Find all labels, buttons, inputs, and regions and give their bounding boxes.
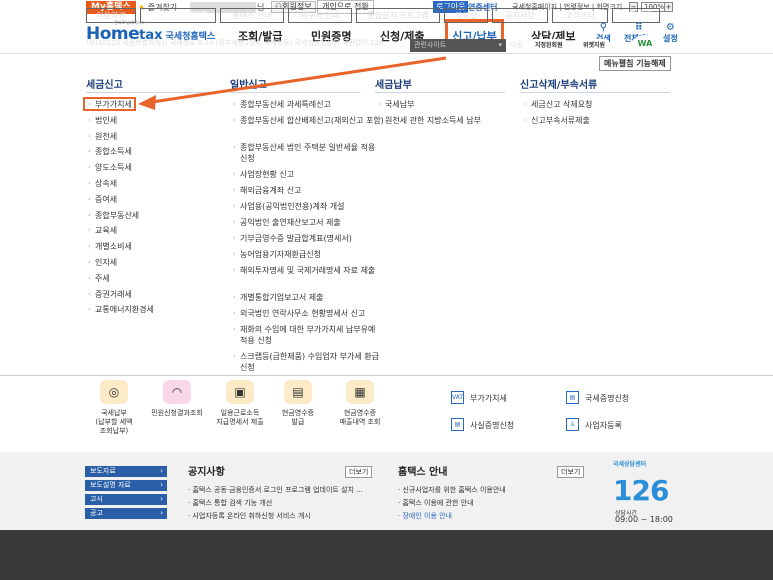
- footer-link[interactable]: 공지사항: [492, 8, 548, 23]
- certificate-icon[interactable]: ▤: [566, 391, 579, 404]
- chevron-right-icon: ›: [160, 509, 163, 517]
- call-center-number: 126: [613, 474, 669, 507]
- chevron-right-icon: ›: [160, 481, 163, 489]
- notice-item[interactable]: 홈택스 공동·금융인증서 로그인 프로그램 업데이트 설치 ...: [188, 485, 362, 495]
- go-button[interactable]: 이동: [510, 40, 523, 50]
- site-footer: [0, 530, 773, 580]
- press-release-label: 보도자료: [90, 467, 116, 475]
- footer-link[interactable]: 고객센터: [552, 8, 608, 23]
- form-icon[interactable]: ▤: [451, 418, 464, 431]
- press-release-button[interactable]: 보도자료 ›: [85, 466, 167, 477]
- footer-link[interactable]: 개인정보처리방침: [140, 8, 216, 23]
- headset-icon[interactable]: ◠: [163, 380, 191, 404]
- footer-link[interactable]: 세무서 안내: [288, 8, 352, 23]
- chevron-right-icon: ›: [160, 495, 163, 503]
- notice-gosi-label: 고시: [90, 495, 103, 503]
- related-sites-select[interactable]: 관련사이트 ▾: [410, 39, 506, 52]
- guide-item[interactable]: 신규사업자를 위한 홈택스 이용안내: [398, 485, 505, 495]
- vat-icon[interactable]: VAT: [451, 391, 464, 404]
- person-icon[interactable]: ♙: [566, 418, 579, 431]
- quick-link-label[interactable]: 사실증명신청: [470, 420, 514, 431]
- footer-address: (우)30128 세종특별자치시 국세청로 8-14 (정부세종2청사 국세청동…: [86, 39, 384, 47]
- document-icon[interactable]: ▣: [226, 380, 254, 404]
- quick-link-label[interactable]: 국세증명신청: [585, 393, 629, 404]
- guide-title: 홈택스 안내: [398, 467, 448, 478]
- announcement-button[interactable]: 공고 ›: [85, 508, 167, 519]
- receipt-list-icon[interactable]: ▦: [346, 380, 374, 404]
- footer-link[interactable]: 통합설치 프로그램: [356, 8, 440, 23]
- notice-item[interactable]: 사업자등록 온라인 취하신청 서비스 개시: [188, 511, 310, 521]
- quick-link-label[interactable]: 부가가치세: [470, 393, 507, 404]
- footer-link[interactable]: 세무서식: [612, 8, 660, 23]
- press-explain-label: 보도설명 자료: [90, 481, 131, 489]
- receipt-icon[interactable]: ▤: [284, 380, 312, 404]
- quick-menu-label[interactable]: 현금영수증 매출내역 조회: [320, 409, 400, 427]
- guide-more-button[interactable]: 더보기: [557, 466, 585, 478]
- widget-badge: 위젯지원: [580, 39, 609, 52]
- chevron-down-icon: ▾: [498, 41, 502, 49]
- footer-link[interactable]: 이용약관: [86, 8, 136, 23]
- press-explain-button[interactable]: 보도설명 자료 ›: [85, 480, 167, 491]
- guide-item[interactable]: 장애인 이용 안내: [398, 511, 452, 521]
- related-sites-label: 관련사이트: [414, 41, 447, 49]
- notice-title: 공지사항: [188, 467, 225, 478]
- footer-link[interactable]: 자료실: [444, 8, 488, 23]
- cert-badge: 지정된회원: [532, 39, 566, 52]
- wa-mark: WA: [632, 35, 658, 53]
- guide-item[interactable]: 홈택스 이용에 관한 안내: [398, 498, 473, 508]
- footer-link[interactable]: 홈택스 안내: [220, 8, 284, 23]
- notice-more-button[interactable]: 더보기: [345, 466, 373, 478]
- notice-item[interactable]: 홈택스 통합 검색 기능 개선: [188, 498, 272, 508]
- announcement-label: 공고: [90, 509, 103, 517]
- quick-link-label[interactable]: 사업자등록: [585, 420, 622, 431]
- notice-gosi-button[interactable]: 고시 ›: [85, 494, 167, 505]
- coin-bag-icon[interactable]: ◎: [100, 380, 128, 404]
- call-hours: 09:00 ~ 18:00: [615, 515, 673, 524]
- call-center-title: 국세상담센터: [613, 461, 647, 468]
- chevron-right-icon: ›: [160, 467, 163, 475]
